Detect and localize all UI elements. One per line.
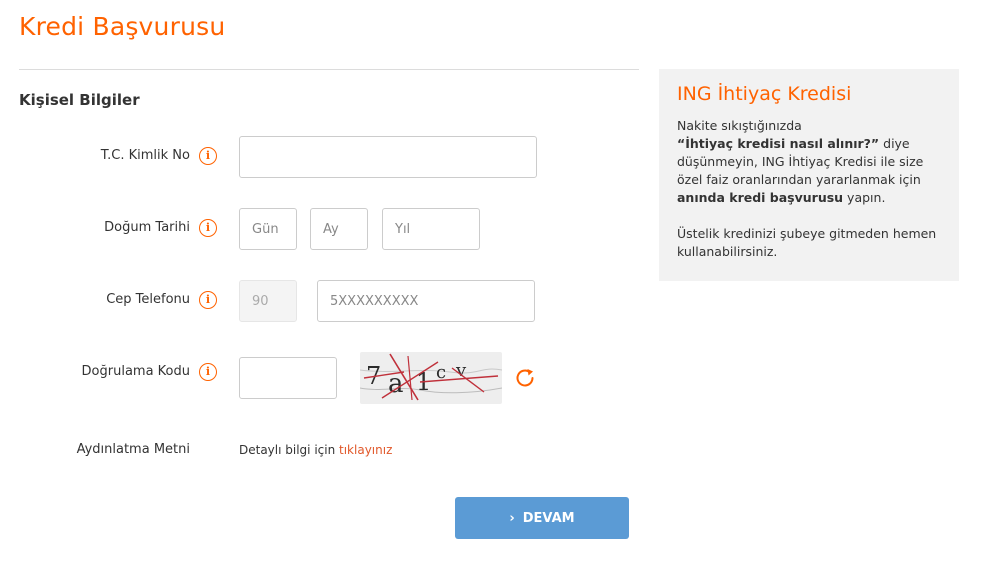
aydinlatma-info: Detaylı bilgi için tıklayınız xyxy=(239,443,392,457)
aydinlatma-label: Aydınlatma Metni xyxy=(76,442,190,457)
info-icon[interactable]: i xyxy=(199,363,217,381)
telefon-label: Cep Telefonu xyxy=(106,292,190,307)
birth-day-input[interactable] xyxy=(239,208,297,250)
chevron-right-icon: › xyxy=(509,510,515,526)
side-p1b: “İhtiyaç kredisi nasıl alınır?” xyxy=(677,136,880,151)
tc-input[interactable] xyxy=(239,136,537,178)
dogum-label: Doğum Tarihi xyxy=(104,220,190,235)
info-icon[interactable]: i xyxy=(199,147,217,165)
refresh-icon[interactable] xyxy=(513,366,537,390)
captcha-image: 7 a 1 c v xyxy=(360,352,502,404)
aydinlatma-detail-text: Detaylı bilgi için xyxy=(239,443,340,457)
side-p1d: anında kredi başvurusu xyxy=(677,190,844,205)
captcha-input[interactable] xyxy=(239,357,337,399)
birth-month-input[interactable] xyxy=(310,208,368,250)
side-info-box: ING İhtiyaç Kredisi Nakite sıkıştığınızd… xyxy=(659,69,959,281)
title-divider xyxy=(19,69,639,70)
phone-input[interactable] xyxy=(317,280,535,322)
info-icon[interactable]: i xyxy=(199,219,217,237)
devam-button[interactable]: › DEVAM xyxy=(455,497,629,539)
side-p2: Üstelik kredinizi şubeye gitmeden hemen … xyxy=(677,226,937,259)
side-title: ING İhtiyaç Kredisi xyxy=(677,83,852,105)
birth-year-input[interactable] xyxy=(382,208,480,250)
side-p1e: yapın. xyxy=(843,190,886,205)
page-title: Kredi Başvurusu xyxy=(19,12,226,41)
tc-label: T.C. Kimlik No xyxy=(100,148,190,163)
side-text: Nakite sıkıştığınızda “İhtiyaç kredisi n… xyxy=(677,117,941,261)
aydinlatma-link[interactable]: tıklayınız xyxy=(339,443,392,457)
devam-label: DEVAM xyxy=(522,510,575,526)
dogrulama-label: Doğrulama Kodu xyxy=(81,364,190,379)
info-icon[interactable]: i xyxy=(199,291,217,309)
country-code-input xyxy=(239,280,297,322)
section-title: Kişisel Bilgiler xyxy=(19,91,140,109)
side-p1a: Nakite sıkıştığınızda xyxy=(677,118,802,133)
